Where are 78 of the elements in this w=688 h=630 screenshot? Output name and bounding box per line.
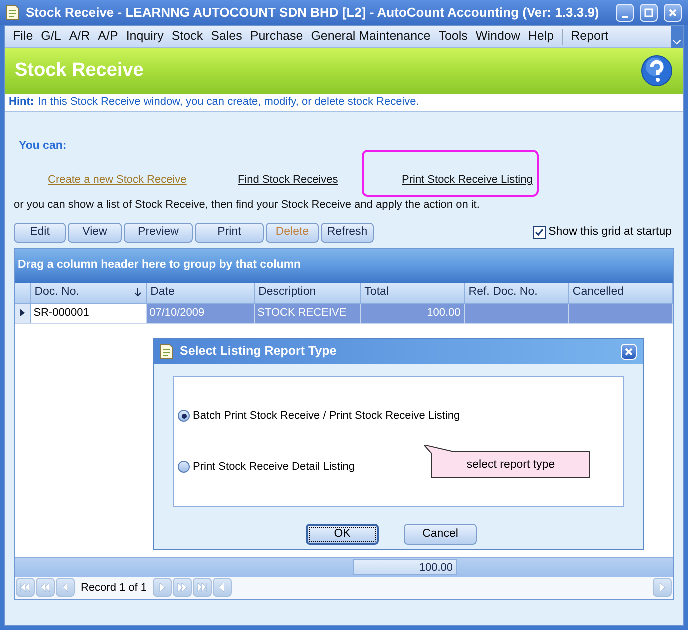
first-page-button[interactable]: [16, 578, 35, 598]
scroll-right-button[interactable]: [653, 578, 672, 598]
menu-item[interactable]: File: [9, 27, 38, 46]
minimize-button[interactable]: [616, 4, 634, 22]
next-page-icon: [177, 583, 188, 592]
window-title: Stock Receive - LEARNNG AUTOCOUNT SDN BHD [L2] - AutoCount Accounting (Ver: 1.3.3.9): [26, 4, 600, 22]
scroll-right-icon: [657, 583, 668, 592]
column-header[interactable]: Doc. No.: [30, 282, 147, 303]
previous-page-icon: [40, 583, 51, 592]
table-cell: 100.00: [360, 304, 465, 323]
radio-label: Print Stock Receive Detail Listing: [193, 460, 356, 474]
menu-item[interactable]: General Maintenance: [307, 27, 435, 46]
group-panel-hint: Drag a column header here to group by that column: [18, 258, 302, 274]
first-page-icon: [20, 583, 31, 592]
menu-item[interactable]: Inquiry: [122, 27, 168, 46]
page-title: Stock Receive: [15, 58, 145, 83]
action-link[interactable]: Find Stock Receives: [238, 174, 338, 186]
menu-item[interactable]: A/P: [94, 27, 122, 46]
radio-button[interactable]: [178, 410, 190, 422]
column-header[interactable]: Cancelled: [568, 282, 673, 303]
checkbox-label: Show this grid at startup: [548, 225, 672, 240]
dialog-title: Select Listing Report Type: [180, 343, 338, 360]
menu-overflow-button[interactable]: [671, 26, 683, 48]
menu-item[interactable]: Sales: [207, 27, 246, 46]
column-header[interactable]: Total: [360, 282, 465, 303]
dialog-button[interactable]: OK: [306, 524, 379, 545]
action-link[interactable]: Print Stock Receive Listing: [402, 174, 533, 186]
menu-item[interactable]: Window: [472, 27, 524, 46]
toolbar-button[interactable]: Edit: [14, 222, 66, 243]
close-icon: [625, 348, 633, 356]
maximize-button[interactable]: [640, 4, 658, 22]
previous-record-button[interactable]: [56, 578, 75, 598]
instruction-text: or you can show a list of Stock Receive, then find your Stock Receive and apply the action on it.: [14, 198, 481, 214]
grid-row[interactable]: SR-000001 07/10/2009 STOCK RECEIVE 100.00: [15, 304, 673, 324]
sort-arrow-icon: [134, 288, 142, 298]
section-label: You can:: [19, 139, 68, 154]
app-icon: [6, 4, 20, 20]
help-icon[interactable]: [641, 55, 673, 87]
next-page-button[interactable]: [173, 578, 192, 598]
menu-item[interactable]: Purchase: [246, 27, 308, 46]
menu-item[interactable]: Help: [524, 27, 558, 46]
scroll-left-button[interactable]: [213, 578, 232, 598]
checkbox[interactable]: [532, 226, 546, 240]
next-record-button[interactable]: [153, 578, 172, 598]
hint-text: In this Stock Receive window, you can create, modify, or delete stock Receive.: [38, 95, 420, 110]
table-cell: STOCK RECEIVE: [254, 304, 361, 323]
menu-item[interactable]: G/L: [37, 27, 66, 46]
menu-item[interactable]: Report: [567, 27, 613, 46]
toolbar-button[interactable]: Refresh: [321, 222, 374, 243]
hint-label: Hint:: [9, 95, 34, 110]
last-page-icon: [197, 583, 208, 592]
toolbar-button[interactable]: Preview: [124, 222, 193, 243]
last-page-button[interactable]: [193, 578, 212, 598]
record-counter: Record 1 of 1: [80, 580, 148, 596]
previous-record-icon: [60, 583, 71, 592]
chevron-down-icon: [673, 40, 681, 44]
total-cell: 100.00: [353, 559, 457, 576]
dialog-icon: [160, 344, 174, 360]
close-button[interactable]: [664, 4, 682, 22]
column-header[interactable]: Date: [146, 282, 255, 303]
radio-button[interactable]: [178, 460, 190, 473]
dialog-button[interactable]: Cancel: [404, 524, 477, 545]
maximize-icon: [644, 8, 654, 18]
menu-item[interactable]: Stock: [168, 27, 208, 46]
column-header[interactable]: Description: [254, 282, 361, 303]
table-cell: 07/10/2009: [146, 304, 255, 323]
radio-label: Batch Print Stock Receive / Print Stock Receive Listing: [193, 409, 460, 424]
previous-page-button[interactable]: [36, 578, 55, 598]
row-indicator-icon: [20, 309, 25, 318]
minimize-icon: [622, 16, 628, 18]
menu-item[interactable]: A/R: [65, 27, 94, 46]
callout-text: select report type: [466, 458, 556, 474]
toolbar-button[interactable]: View: [68, 222, 122, 243]
menu-item[interactable]: Tools: [434, 27, 472, 46]
column-header[interactable]: Ref. Doc. No.: [464, 282, 569, 303]
toolbar-button[interactable]: Print: [195, 222, 264, 243]
table-cell: SR-000001: [30, 304, 147, 323]
close-icon: [668, 8, 678, 18]
